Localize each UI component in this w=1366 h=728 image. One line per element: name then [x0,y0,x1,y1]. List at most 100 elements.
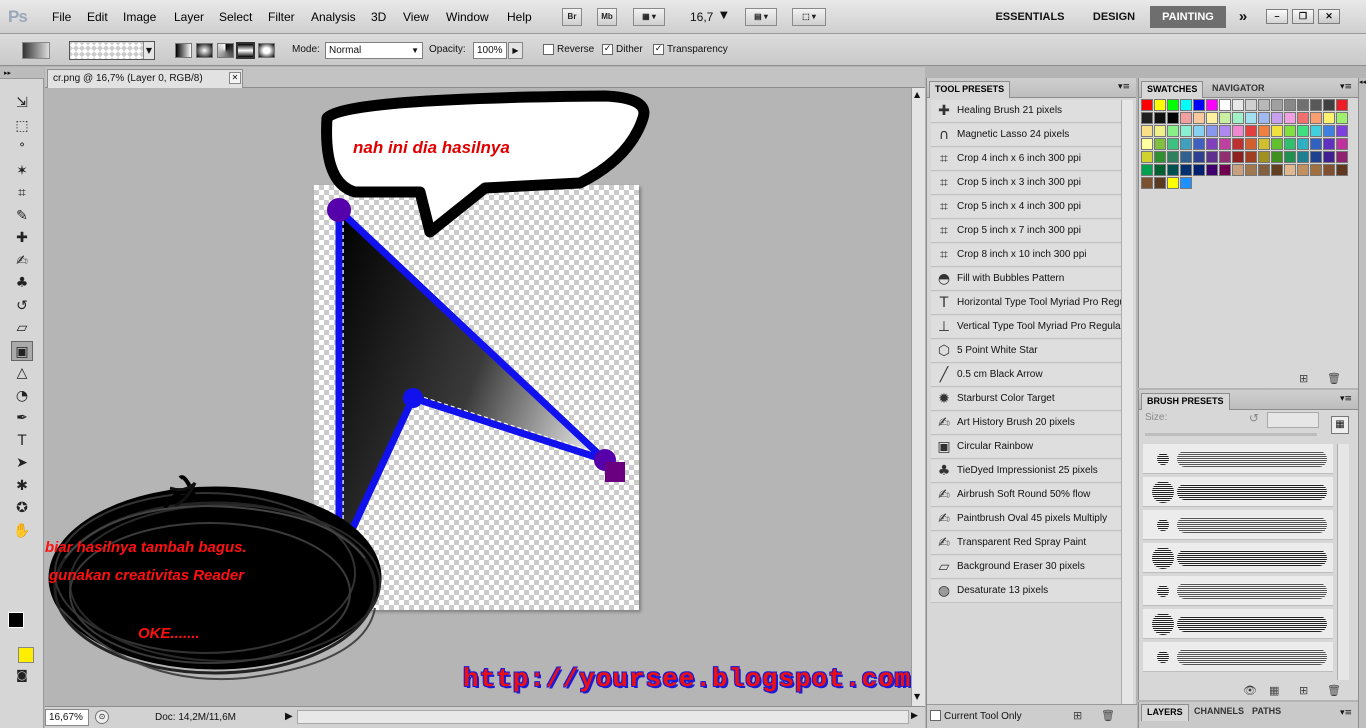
tool-preset-item[interactable]: ◍ Desaturate 13 pixels [931,580,1121,603]
color-swatch[interactable] [1336,164,1348,176]
color-swatch[interactable] [1323,138,1335,150]
color-swatch[interactable] [1206,151,1218,163]
tool-preset-item[interactable]: ⌗ Crop 8 inch x 10 inch 300 ppi [931,244,1121,267]
color-swatch[interactable] [1323,112,1335,124]
color-swatch[interactable] [1297,125,1309,137]
shape-tool-icon[interactable]: ✱ [11,476,33,496]
eraser-tool-icon[interactable]: ▱ [11,318,33,338]
zoom-dropdown-icon[interactable]: ▼ [720,10,728,21]
tool-preset-item[interactable]: ✍ Art History Brush 20 pixels [931,412,1121,435]
color-swatch[interactable] [1141,164,1153,176]
tool-presets-scrollbar[interactable] [1121,100,1133,706]
color-swatch[interactable] [1154,177,1166,189]
scroll-down-icon[interactable]: ▼ [914,692,920,701]
menu-layer[interactable]: Layer [174,10,204,24]
healing-tool-icon[interactable]: ✚ [11,228,33,248]
new-swatch-icon[interactable]: ⊞ [1299,372,1308,385]
color-swatch[interactable] [1193,151,1205,163]
color-swatch[interactable] [1180,138,1192,150]
brush-size-slider[interactable] [1145,433,1317,436]
delete-preset-icon[interactable]: 🗑 [1101,709,1115,722]
color-swatch[interactable] [1297,112,1309,124]
color-swatch[interactable] [1141,112,1153,124]
color-swatch[interactable] [1323,151,1335,163]
color-swatch[interactable] [1271,164,1283,176]
tab-navigator[interactable]: NAVIGATOR [1207,81,1270,98]
color-swatch[interactable] [1323,125,1335,137]
color-swatch[interactable] [1323,164,1335,176]
scroll-right-icon[interactable]: ▶ [911,711,918,721]
color-swatch[interactable] [1219,112,1231,124]
color-swatch[interactable] [1141,177,1153,189]
panel-menu-icon[interactable]: ▾≡ [1118,82,1130,92]
tab-swatches[interactable]: SWATCHES [1141,81,1204,98]
tool-preset-item[interactable]: ⌗ Crop 5 inch x 3 inch 300 ppi [931,172,1121,195]
tab-paths[interactable]: PATHS [1247,704,1286,721]
color-swatch[interactable] [1180,151,1192,163]
color-swatch[interactable] [1180,164,1192,176]
brush-presets-menu-icon[interactable]: ▾≡ [1340,394,1352,404]
brush-preset-item[interactable] [1143,543,1333,573]
color-swatch[interactable] [1154,99,1166,111]
hand-tool-icon[interactable]: ✋ [11,521,33,541]
gradient-tool-icon[interactable]: ▣ [11,340,33,361]
color-swatch[interactable] [1323,99,1335,111]
color-swatch[interactable] [1232,112,1244,124]
color-swatch[interactable] [1258,99,1270,111]
brush-tool-icon[interactable]: ✍ [11,251,33,271]
current-tool-only-checkbox[interactable] [930,710,941,721]
color-swatch[interactable] [1271,99,1283,111]
brush-preset-item[interactable] [1143,510,1333,540]
tab-brush-presets[interactable]: BRUSH PRESETS [1141,393,1230,410]
menu-file[interactable]: File [52,10,71,24]
menu-filter[interactable]: Filter [268,10,295,24]
color-swatch[interactable] [1232,164,1244,176]
color-swatch[interactable] [1297,99,1309,111]
lasso-tool-icon[interactable]: ᐤ [11,138,33,158]
workspace-painting[interactable]: PAINTING [1150,6,1226,28]
color-swatch[interactable] [1219,99,1231,111]
color-swatch[interactable] [1284,99,1296,111]
tool-preset-item[interactable]: ♣ TieDyed Impressionist 25 pixels [931,460,1121,483]
menu-help[interactable]: Help [507,10,532,24]
color-swatch[interactable] [1232,99,1244,111]
color-swatch[interactable] [1310,138,1322,150]
tool-preset-item[interactable]: ▱ Background Eraser 30 pixels [931,556,1121,579]
screen-mode-button[interactable]: ⬚ ▾ [792,8,826,26]
color-swatch[interactable] [1154,138,1166,150]
arrange-documents-button[interactable]: ▤ ▾ [745,8,777,26]
color-swatch[interactable] [1310,125,1322,137]
opacity-slider-icon[interactable]: ▶ [508,42,523,59]
tab-tool-presets[interactable]: TOOL PRESETS [929,81,1011,98]
color-swatch[interactable] [1310,151,1322,163]
color-swatch[interactable] [1336,138,1348,150]
color-swatch[interactable] [1232,151,1244,163]
panel-dock-edge[interactable]: ◂◂ [1358,78,1366,728]
workspace-design[interactable]: DESIGN [1086,6,1142,28]
color-swatch[interactable] [1336,125,1348,137]
menu-3d[interactable]: 3D [371,10,386,24]
color-swatch[interactable] [1310,164,1322,176]
transparency-checkbox[interactable]: ✓ [653,44,664,55]
quick-select-tool-icon[interactable]: ✶ [11,161,33,181]
tool-preset-item[interactable]: ✚ Healing Brush 21 pixels [931,100,1121,123]
tab-channels[interactable]: CHANNELS [1189,704,1249,721]
color-swatch[interactable] [1271,138,1283,150]
eyedropper-tool-icon[interactable]: ✎ [11,206,33,226]
background-color-swatch[interactable] [18,647,34,663]
brush-grid-icon[interactable]: ▦ [1269,684,1279,697]
color-swatch[interactable] [1271,112,1283,124]
color-swatch[interactable] [1141,99,1153,111]
color-swatch[interactable] [1245,99,1257,111]
dodge-tool-icon[interactable]: ◔ [11,386,33,406]
tool-preset-item[interactable]: ⊥ Vertical Type Tool Myriad Pro Regular [931,316,1121,339]
color-swatch[interactable] [1206,164,1218,176]
color-swatch[interactable] [1219,164,1231,176]
angle-gradient-button[interactable] [217,43,234,58]
restore-button[interactable]: ❐ [1292,9,1314,24]
menu-window[interactable]: Window [446,10,489,24]
tool-preset-item[interactable]: ✹ Starburst Color Target [931,388,1121,411]
tool-preset-item[interactable]: ▣ Circular Rainbow [931,436,1121,459]
new-brush-icon[interactable]: ⊞ [1299,684,1308,697]
brush-preset-item[interactable] [1143,642,1333,672]
